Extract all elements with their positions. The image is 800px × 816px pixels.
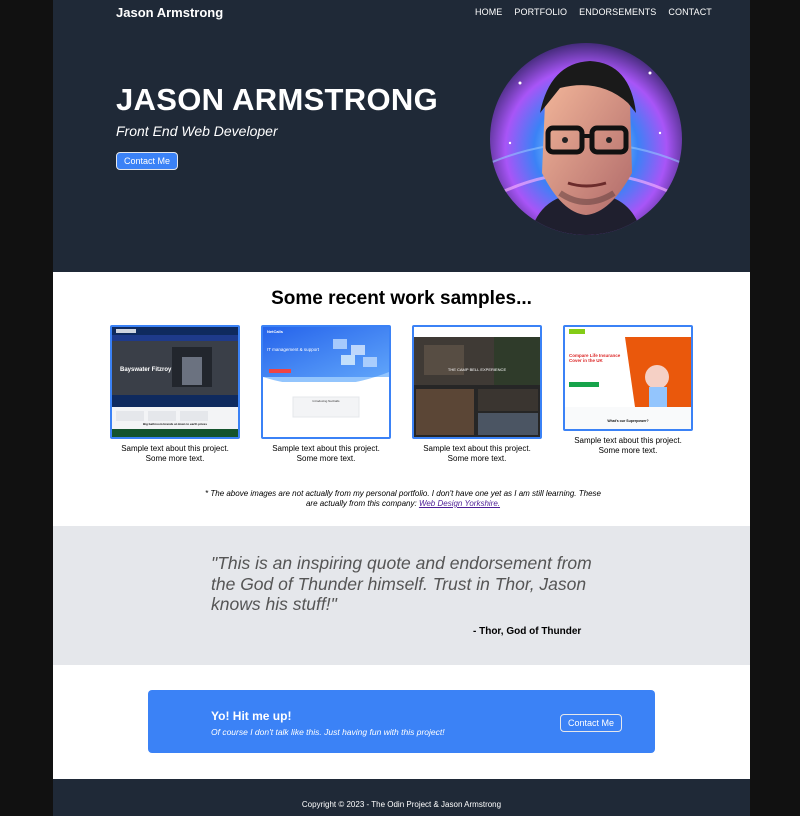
footer: Copyright © 2023 - The Odin Project & Ja…: [53, 779, 750, 816]
project-thumbnail[interactable]: NetCalls IT management & support Introdu…: [261, 325, 391, 439]
nav-portfolio[interactable]: PORTFOLIO: [514, 7, 567, 17]
project-card[interactable]: Compare Life Insurance Cover in the UK W…: [563, 325, 693, 455]
project-screenshot: [414, 327, 540, 437]
hero-contact-button[interactable]: Contact Me: [116, 152, 178, 170]
project-thumbnail[interactable]: Compare Life Insurance Cover in the UK W…: [563, 325, 693, 431]
project-description: Sample text about this project. Some mor…: [121, 444, 229, 463]
thumbnail-headline: Bayswater Fitzroy: [120, 367, 172, 373]
project-card[interactable]: THE CAMP BELL EXPERIENCE Sample text abo…: [412, 325, 542, 463]
thumbnail-headline: Compare Life Insurance Cover in the UK: [569, 353, 621, 363]
project-screenshot: [112, 327, 238, 437]
project-thumbnail[interactable]: Bayswater Fitzroy Big bathroom brands at…: [110, 325, 240, 439]
main-nav: HOME PORTFOLIO ENDORSEMENTS CONTACT: [475, 7, 724, 17]
thumbnail-logo: NetCalls: [267, 329, 284, 334]
disclaimer-text: * The above images are not actually from…: [205, 489, 601, 508]
contact-cta: Yo! Hit me up! Of course I don't talk li…: [148, 690, 655, 753]
endorsement-author: - Thor, God of Thunder: [473, 626, 582, 637]
brand-logo[interactable]: Jason Armstrong: [116, 5, 223, 20]
project-screenshot: [263, 327, 389, 437]
avatar-illustration: [490, 43, 682, 235]
project-description: Sample text about this project. Some mor…: [423, 444, 531, 463]
hero-section: Jason Armstrong HOME PORTFOLIO ENDORSEME…: [53, 0, 750, 272]
project-description: Sample text about this project. Some mor…: [272, 444, 380, 463]
thumbnail-headline: THE CAMP BELL EXPERIENCE: [447, 367, 507, 372]
nav-endorsements[interactable]: ENDORSEMENTS: [579, 7, 656, 17]
project-card[interactable]: Bayswater Fitzroy Big bathroom brands at…: [110, 325, 240, 463]
samples-title: Some recent work samples...: [271, 288, 532, 309]
cta-title: Yo! Hit me up!: [211, 709, 292, 723]
thumbnail-caption: Introducing NetCalls: [312, 399, 340, 403]
nav-home[interactable]: HOME: [475, 7, 502, 17]
endorsement-quote: "This is an inspiring quote and endorsem…: [211, 553, 592, 614]
project-card[interactable]: NetCalls IT management & support Introdu…: [261, 325, 391, 463]
project-thumbnail[interactable]: THE CAMP BELL EXPERIENCE: [412, 325, 542, 439]
hero-subtitle: Front End Web Developer: [116, 123, 278, 139]
thumbnail-headline: IT management & support: [267, 347, 319, 352]
page: Jason Armstrong HOME PORTFOLIO ENDORSEME…: [53, 0, 750, 816]
nav-contact[interactable]: CONTACT: [668, 7, 712, 17]
cta-subtitle: Of course I don't talk like this. Just h…: [211, 727, 445, 737]
thumbnail-caption: Big bathroom brands at down to earth pri…: [142, 422, 207, 426]
profile-avatar: [490, 43, 682, 235]
project-description: Sample text about this project. Some mor…: [574, 436, 682, 455]
thumbnail-caption: What's our Superpower?: [607, 419, 649, 423]
hero-title: JASON ARMSTRONG: [116, 82, 438, 117]
disclaimer: * The above images are not actually from…: [203, 489, 603, 509]
company-link[interactable]: Web Design Yorkshire.: [419, 499, 500, 508]
copyright-text: Copyright © 2023 - The Odin Project & Ja…: [301, 800, 502, 809]
project-screenshot: [565, 327, 691, 429]
cta-contact-button[interactable]: Contact Me: [560, 714, 622, 732]
